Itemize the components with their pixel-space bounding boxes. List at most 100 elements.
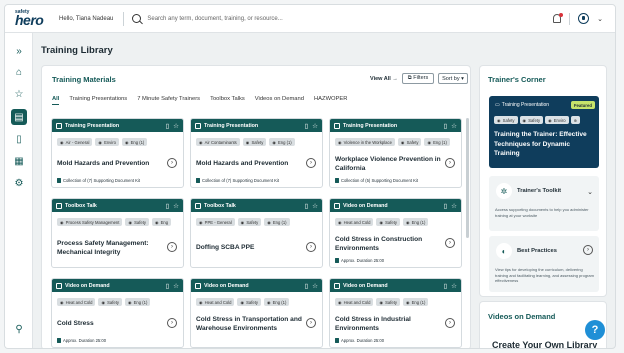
grid-icon[interactable]: ▦ [11, 153, 27, 169]
card-title[interactable]: Mold Hazards and Prevention [57, 159, 165, 168]
star-icon[interactable]: ☆ [451, 282, 457, 290]
card-title[interactable]: Mold Hazards and Prevention [196, 159, 304, 168]
bell-icon[interactable] [553, 13, 564, 23]
tab-training-presentations[interactable]: Training Presentations [69, 96, 127, 105]
training-card[interactable]: Video on Demand ▯ ☆ ◉ Heat and Cold ◉ Safety ◉… [190, 278, 323, 348]
section-title: Videos on Demand [488, 312, 556, 321]
card-title[interactable]: Workplace Violence Prevention in Califor… [335, 155, 443, 173]
card-title[interactable]: Training the Trainer: Effective Techniqu… [494, 130, 594, 159]
settings-icon[interactable]: ⚙ [11, 175, 27, 191]
section-subtitle: Create Your Own Library [492, 340, 598, 349]
training-card[interactable]: Video on Demand ▯ ☆ ◉ Heat and Cold ◉ Safety ◉… [51, 278, 184, 348]
tab-toolbox-talks[interactable]: Toolbox Talks [210, 96, 245, 105]
card-title[interactable]: Cold Stress [57, 319, 165, 328]
card-type: Video on Demand [204, 282, 249, 289]
arrow-right-icon[interactable]: › [306, 158, 316, 168]
training-card[interactable]: Toolbox Talk ▯ ☆ ◉ Process Safety Managemen… [51, 198, 184, 268]
card-type: Toolbox Talk [65, 202, 97, 209]
card-title[interactable]: Cold Stress in Transportation and Wareho… [196, 315, 304, 333]
section-title: Trainer's Corner [488, 75, 546, 84]
bookmark-icon[interactable]: ▯ [305, 122, 309, 130]
help-button[interactable]: ? [585, 320, 605, 340]
scrollbar[interactable] [466, 118, 469, 238]
star-icon[interactable]: ☆ [312, 282, 318, 290]
bookmark-icon[interactable]: ▯ [166, 122, 170, 130]
tag-type: ◉ Safety [376, 218, 400, 226]
bookmark-icon[interactable]: ▯ [444, 122, 448, 130]
tag-language: ◉ Eng (1) [263, 298, 290, 306]
chevron-down-icon[interactable]: ⌄ [597, 15, 603, 23]
safety-hero-logo[interactable]: safety hero [15, 9, 51, 29]
star-icon[interactable]: ☆ [173, 122, 179, 130]
sort-by-button[interactable]: Sort by ▾ [438, 73, 468, 84]
tag-language: ◉ Eng (1) [124, 298, 151, 306]
search-icon[interactable] [132, 14, 142, 23]
bookmark-icon[interactable]: ▯ [166, 202, 170, 210]
card-title[interactable]: Cold Stress in Construction Environments [335, 235, 443, 253]
star-icon[interactable]: ☆ [173, 202, 179, 210]
card-footer: Collection of (7) Supporting Document Ki… [57, 178, 140, 183]
search-input[interactable]: Search any term, document, training, or … [147, 16, 282, 22]
home-icon[interactable]: ⌂ [11, 64, 27, 80]
bookmark-icon[interactable]: ▯ [444, 202, 448, 210]
card-type: Video on Demand [65, 282, 110, 289]
bookmark-icon[interactable]: ▯ [444, 282, 448, 290]
tab-videos-on-demand[interactable]: Videos on Demand [255, 96, 304, 105]
best-practices-card[interactable]: ◐ Best Practices › View tips for develop… [489, 236, 599, 292]
tab-7-minute-safety-trainers[interactable]: 7 Minute Safety Trainers [137, 96, 200, 105]
star-icon[interactable]: ☆ [11, 86, 27, 102]
card-title[interactable]: Doffing SCBA PPE [196, 243, 304, 252]
arrow-right-icon[interactable]: › [167, 242, 177, 252]
card-type: ▭ Training Presentation [495, 102, 550, 108]
user-avatar-icon[interactable] [578, 13, 590, 24]
arrow-right-icon[interactable]: › [306, 242, 316, 252]
arrow-right-icon[interactable]: › [445, 318, 455, 328]
expand-sidebar-icon[interactable]: » [11, 43, 27, 59]
arrow-right-icon[interactable]: › [167, 158, 177, 168]
arrow-right-icon[interactable]: › [167, 318, 177, 328]
search-icon[interactable]: ⚲ [11, 321, 27, 337]
tag-type: ◉ Safety [376, 298, 400, 306]
arrow-right-icon[interactable]: › [445, 238, 455, 248]
training-card[interactable]: Toolbox Talk ▯ ☆ ◉ PPE - General ◉ Safety ◉ Eng… [190, 198, 323, 268]
star-icon[interactable]: ☆ [312, 202, 318, 210]
training-card[interactable]: Training Presentation ▯ ☆ ◉ Air - General ◉ E… [51, 118, 184, 188]
trainers-toolkit-card[interactable]: ✲ Trainer's Toolkit ⌄ Access supporting … [489, 176, 599, 231]
app-window: safety hero Hello, Tiana Nadeau Search a… [4, 4, 616, 349]
document-kit-icon [335, 178, 339, 183]
logo-main-text: hero [15, 11, 44, 28]
card-title[interactable]: Process Safety Management: Mechanical In… [57, 239, 165, 257]
tab-hazwoper[interactable]: HAZWOPER [314, 96, 348, 105]
card-footer: Approx. Duration 25:00 [335, 258, 384, 263]
bookmark-icon[interactable]: ▯ [305, 282, 309, 290]
featured-badge: Featured [570, 101, 595, 109]
card-title[interactable]: Cold Stress in Industrial Environments [335, 315, 443, 333]
training-card[interactable]: Training Presentation ▯ ☆ ◉ Violence in the… [329, 118, 462, 188]
chevron-down-icon[interactable]: ⌄ [587, 188, 593, 196]
arrow-right-icon[interactable]: › [445, 158, 455, 168]
training-card[interactable]: Training Presentation ▯ ☆ ◉ Air Contaminant… [190, 118, 323, 188]
star-icon[interactable]: ☆ [451, 122, 457, 130]
card-type: Video on Demand [343, 282, 388, 289]
arrow-right-icon[interactable]: › [306, 318, 316, 328]
star-icon[interactable]: ☆ [312, 122, 318, 130]
book-icon[interactable]: ▤ [11, 109, 27, 125]
card-header: Toolbox Talk ▯ ☆ [191, 199, 322, 212]
bookmark-icon[interactable]: ▯ [305, 202, 309, 210]
bookmark-icon[interactable]: ▯ [166, 282, 170, 290]
training-card[interactable]: Video on Demand ▯ ☆ ◉ Heat and Cold ◉ Safety ◉… [329, 198, 462, 268]
view-all-link[interactable]: View All → [370, 76, 398, 82]
arrow-right-icon[interactable]: › [583, 245, 593, 255]
video-icon [334, 282, 340, 289]
filters-button[interactable]: ⧉ Filters [402, 73, 434, 84]
document-icon[interactable]: ▯ [11, 131, 27, 147]
star-icon[interactable]: ☆ [173, 282, 179, 290]
toolkit-description: Access supporting documents to help you … [495, 207, 589, 218]
featured-training-card[interactable]: ▭ Training Presentation Featured ◉ Safety … [489, 96, 599, 168]
presentation-icon [56, 122, 62, 129]
header-divider [569, 12, 571, 25]
training-card[interactable]: Video on Demand ▯ ☆ ◉ Heat and Cold ◉ Safety ◉… [329, 278, 462, 348]
card-type: Toolbox Talk [204, 202, 236, 209]
star-icon[interactable]: ☆ [451, 202, 457, 210]
tab-all[interactable]: All [52, 96, 60, 105]
